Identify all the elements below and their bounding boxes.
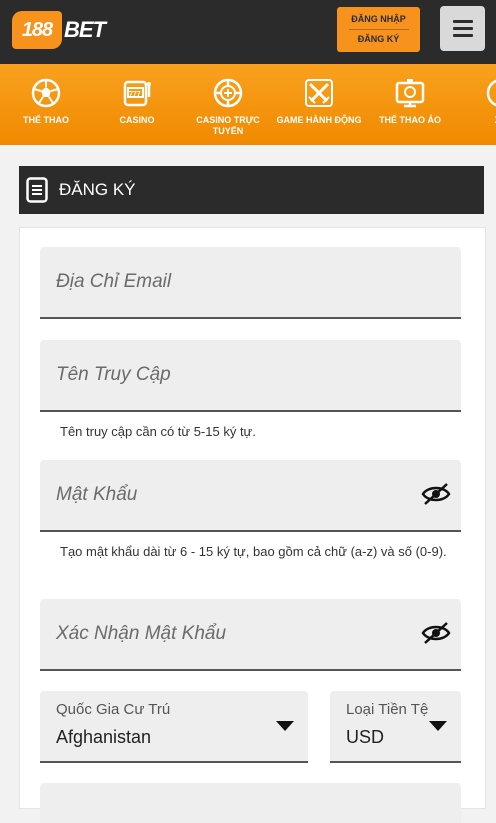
currency-value: USD (346, 727, 385, 747)
password-hint: Tạo mật khẩu dài từ 6 - 15 ký tự, bao gồ… (60, 544, 447, 559)
crossed-swords-icon (302, 76, 336, 110)
auth-divider (348, 29, 409, 30)
register-section-header: ĐĂNG KÝ (19, 166, 484, 214)
casino-chip-icon (211, 76, 245, 110)
nav-label: THỂ THAO ẢO (379, 115, 441, 125)
nav-label: CASINO (119, 115, 155, 125)
password-field[interactable]: Mật Khẩu (40, 460, 461, 532)
slot-machine-icon: 777 (120, 76, 154, 110)
username-hint: Tên truy cập cần có từ 5-15 ký tự. (60, 424, 256, 439)
logo[interactable]: 188 BET (12, 8, 106, 52)
lottery-ball-icon (484, 76, 496, 110)
svg-text:777: 777 (129, 91, 141, 98)
chevron-down-icon (276, 721, 294, 731)
nav-label: CASINO TRỰC TUYẾN (196, 115, 260, 136)
login-link[interactable]: ĐĂNG NHẬP (351, 14, 406, 25)
confirm-password-placeholder: Xác Nhận Mật Khẩu (56, 623, 227, 644)
nav-item-casino[interactable]: 777 CASINO (94, 76, 180, 126)
currency-select[interactable]: Loại Tiền Tệ USD (330, 691, 461, 763)
next-field[interactable] (40, 783, 461, 823)
menu-bar (452, 27, 473, 30)
nav-item-action-games[interactable]: GAME HÀNH ĐỘNG (276, 76, 362, 126)
top-bar: 188 BET ĐĂNG NHẬP ĐĂNG KÝ (0, 0, 496, 64)
eye-slash-icon[interactable] (421, 621, 451, 645)
chevron-down-icon (429, 721, 447, 731)
email-placeholder: Địa Chỉ Email (56, 271, 172, 292)
logo-badge: 188 (12, 11, 62, 49)
menu-bar (452, 34, 473, 37)
hamburger-menu-button[interactable] (440, 6, 485, 51)
soccer-ball-icon (29, 76, 63, 110)
eye-slash-icon[interactable] (421, 482, 451, 506)
nav-item-virtual-sports[interactable]: THỂ THAO ẢO (367, 76, 453, 126)
nav-label: GAME HÀNH ĐỘNG (276, 115, 362, 125)
username-field[interactable]: Tên Truy Cập (40, 340, 461, 412)
country-label: Quốc Gia Cư Trú (56, 701, 171, 718)
confirm-password-field[interactable]: Xác Nhận Mật Khẩu (40, 599, 461, 671)
email-field[interactable]: Địa Chỉ Email (40, 247, 461, 319)
register-link[interactable]: ĐĂNG KÝ (358, 34, 400, 45)
password-placeholder: Mật Khẩu (56, 484, 138, 505)
product-nav: THỂ THAO 777 CASINO CASINO TRỰC TUYẾN GA… (0, 64, 496, 145)
country-value: Afghanistan (56, 727, 152, 747)
currency-label: Loại Tiền Tệ (346, 701, 429, 718)
nav-item-sports[interactable]: THỂ THAO (3, 76, 89, 126)
virtual-sports-screen-icon (393, 76, 427, 110)
username-placeholder: Tên Truy Cập (56, 364, 171, 385)
page-title: ĐĂNG KÝ (59, 180, 136, 199)
logo-text: BET (64, 17, 106, 42)
document-icon (26, 177, 48, 203)
menu-bar (452, 20, 473, 23)
nav-label: THỂ THAO (23, 115, 69, 125)
auth-box: ĐĂNG NHẬP ĐĂNG KÝ (337, 7, 420, 52)
nav-item-live-casino[interactable]: CASINO TRỰC TUYẾN (185, 76, 271, 137)
country-select[interactable]: Quốc Gia Cư Trú Afghanistan (40, 691, 308, 763)
nav-item-lottery[interactable]: XỔ (458, 76, 496, 126)
